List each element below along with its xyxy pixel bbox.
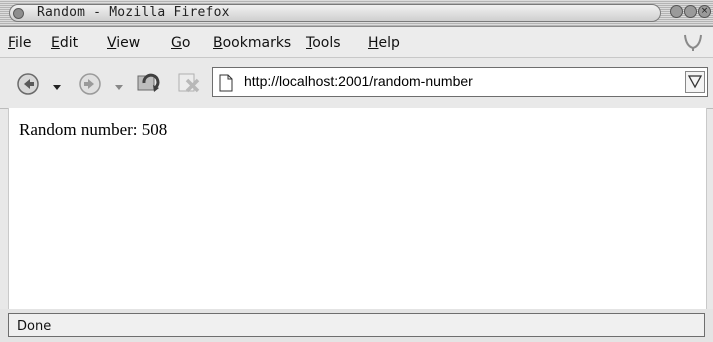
menu-view-label: iew (116, 35, 141, 51)
menu-bookmarks-label: ookmarks (222, 35, 292, 51)
menu-bar: File Edit View Go Bookmarks Tools Help (0, 27, 713, 58)
status-bar: Done (0, 309, 713, 342)
reload-icon[interactable] (135, 70, 163, 96)
menu-help-label: elp (378, 35, 400, 51)
status-text: Done (17, 319, 52, 334)
status-panel: Done (8, 313, 705, 337)
menu-view[interactable]: View (107, 35, 140, 51)
menu-go[interactable]: Go (171, 35, 190, 51)
back-dropdown-icon[interactable] (53, 85, 61, 90)
menu-view-mnemonic: V (107, 35, 117, 51)
menu-help-mnemonic: H (368, 35, 379, 51)
page-content: Random number: 508 (8, 108, 707, 309)
page-icon (219, 74, 233, 92)
forward-icon[interactable] (78, 72, 102, 96)
menu-file-label: ile (15, 35, 32, 51)
menu-file[interactable]: File (8, 35, 31, 51)
window-title: Random - Mozilla Firefox (37, 5, 230, 20)
minimize-icon[interactable] (670, 5, 683, 18)
menu-help[interactable]: Help (368, 35, 400, 51)
forward-dropdown-icon[interactable] (115, 85, 123, 90)
address-go-button[interactable] (685, 71, 705, 93)
stop-icon[interactable] (176, 70, 204, 96)
menu-bookmarks-mnemonic: B (213, 35, 223, 51)
url-dropdown-icon (687, 75, 703, 89)
title-bar[interactable]: Random - Mozilla Firefox × (0, 0, 713, 27)
address-bar[interactable]: http://localhost:2001/random-number (212, 67, 708, 97)
window-menu-icon[interactable] (13, 8, 24, 19)
random-number-label: Random number: (19, 120, 138, 139)
close-icon[interactable]: × (698, 5, 711, 18)
menu-file-mnemonic: F (8, 35, 16, 51)
menu-go-mnemonic: G (171, 35, 182, 51)
menu-edit-label: dit (59, 35, 79, 51)
random-number-value: 508 (141, 120, 168, 139)
menu-edit-mnemonic: E (51, 35, 60, 51)
window-controls: × (670, 5, 711, 21)
navigation-toolbar: http://localhost:2001/random-number (0, 58, 713, 109)
menu-tools-label: ools (312, 35, 341, 51)
menu-tools[interactable]: Tools (306, 35, 341, 51)
random-number-line: Random number: 508 (19, 120, 167, 140)
menu-go-label: o (181, 35, 191, 51)
maximize-icon[interactable] (684, 5, 697, 18)
back-icon[interactable] (16, 72, 40, 96)
menu-edit[interactable]: Edit (51, 35, 78, 51)
browser-window: Random - Mozilla Firefox × File Edit Vie… (0, 0, 713, 342)
throbber-icon (684, 34, 702, 51)
menu-bookmarks[interactable]: Bookmarks (213, 35, 291, 51)
url-text: http://localhost:2001/random-number (244, 73, 473, 89)
